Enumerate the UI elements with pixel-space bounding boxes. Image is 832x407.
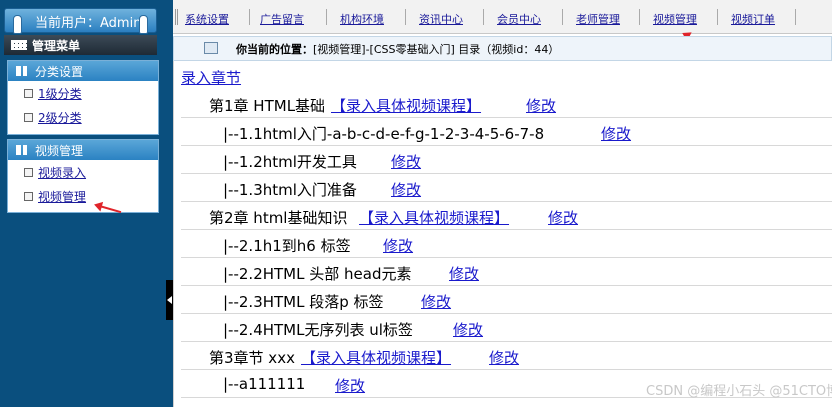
sidebar-item-video-entry[interactable]: 视频录入 [8,160,158,184]
edit-link[interactable]: 修改 [526,95,556,116]
category-settings-panel: 分类设置 1级分类 2级分类 [7,60,159,135]
lesson-title: |--2.2HTML 头部 head元素 [223,265,412,283]
lesson-row: |--2.4HTML无序列表 ul标签 修改 [181,314,832,342]
tab-system-settings[interactable]: 系统设置 [185,11,229,27]
tab-member-center[interactable]: 会员中心 [497,11,541,27]
current-user-label: 当前用户：Admin [35,16,142,31]
tab-org-environment[interactable]: 机构环境 [340,11,384,27]
top-navigation: 系统设置 广告留言 机构环境 资讯中心 会员中心 老师管理 视频管理 视频订单 [173,0,832,34]
breadcrumb-path: [视频管理]-[CSS零基础入门] 目录（视频id：44） [313,43,560,56]
tab-divider [795,9,796,25]
lesson-row: |--2.2HTML 头部 head元素 修改 [181,258,832,286]
chapter-title: 第2章 html基础知识 [209,209,348,227]
lesson-title: |--2.3HTML 段落p 标签 [223,293,384,311]
pin-icon [139,15,148,34]
lesson-row: |--1.2html开发工具 修改 [181,146,832,174]
add-chapter-link[interactable]: 录入章节 [181,67,241,88]
document-icon [24,192,33,201]
frame-splitter[interactable] [166,0,173,407]
grid-menu-icon [11,40,27,50]
edit-link[interactable]: 修改 [383,235,413,256]
tab-video-orders[interactable]: 视频订单 [731,11,775,27]
add-video-course-link[interactable]: 【录入具体视频课程】 [359,207,509,228]
sidebar-link[interactable]: 2级分类 [38,111,82,125]
tab-divider [405,9,406,25]
sidebar-item-level2-category[interactable]: 2级分类 [8,105,158,129]
chapter-row: 第2章 html基础知识 【录入具体视频课程】 修改 [181,202,832,230]
sidebar-item-level1-category[interactable]: 1级分类 [8,81,158,105]
tab-teacher-management[interactable]: 老师管理 [576,11,620,27]
tab-divider [717,9,718,25]
tab-divider [249,9,250,25]
edit-link[interactable]: 修改 [335,375,365,396]
lesson-title: |--2.1h1到h6 标签 [223,237,351,255]
panel-icon [16,145,27,155]
breadcrumb-prefix: 你当前的位置： [236,43,313,56]
document-icon [24,168,33,177]
tab-news-center[interactable]: 资讯中心 [419,11,463,27]
edit-link[interactable]: 修改 [601,123,631,144]
collapse-sidebar-button[interactable] [166,280,173,320]
document-icon [24,113,33,122]
lesson-title: |--1.1html入门-a-b-c-d-e-f-g-1-2-3-4-5-6-7… [223,125,545,143]
panel-icon [16,66,27,76]
tab-divider [639,9,640,25]
current-user-bar: 当前用户：Admin [4,8,157,34]
panel-title: 分类设置 [35,65,84,79]
tab-ads-messages[interactable]: 广告留言 [260,11,304,27]
chapter-title: 第3章节 xxx [209,349,295,367]
add-video-course-link[interactable]: 【录入具体视频课程】 [301,347,451,368]
pin-icon [13,15,22,34]
video-management-panel: 视频管理 视频录入 视频管理 [7,139,159,213]
add-video-course-link[interactable]: 【录入具体视频课程】 [331,95,481,116]
tab-divider [562,9,563,25]
breadcrumb: 你当前的位置：[视频管理]-[CSS零基础入门] 目录（视频id：44） [173,36,832,61]
panel-header[interactable]: 视频管理 [8,140,158,160]
edit-link[interactable]: 修改 [449,263,479,284]
edit-link[interactable]: 修改 [453,319,483,340]
chapter-list: 录入章节 第1章 HTML基础 【录入具体视频课程】 修改 |--1.1html… [173,61,832,407]
panel-title: 视频管理 [35,144,84,158]
lesson-row: |--1.3html入门准备 修改 [181,174,832,202]
sidebar-link[interactable]: 视频管理 [38,190,86,204]
lesson-row: |--2.3HTML 段落p 标签 修改 [181,286,832,314]
edit-link[interactable]: 修改 [421,291,451,312]
watermark: CSDN @编程小石头 @51CTO博客 [646,384,832,399]
sidebar-link[interactable]: 视频录入 [38,166,86,180]
lesson-title: |--a111111 [223,375,306,393]
lesson-title: |--2.4HTML无序列表 ul标签 [223,321,413,339]
nav-start-marker [175,9,178,25]
chapter-row: 第3章节 xxx 【录入具体视频课程】 修改 [181,342,832,370]
chapter-row: 第1章 HTML基础 【录入具体视频课程】 修改 [181,90,832,118]
menu-title: 管理菜单 [32,39,81,53]
panel-header[interactable]: 分类设置 [8,61,158,81]
tab-divider [483,9,484,25]
lesson-title: |--1.3html入门准备 [223,181,357,199]
tab-divider [326,9,327,25]
edit-link[interactable]: 修改 [489,347,519,368]
lesson-row: |--2.1h1到h6 标签 修改 [181,230,832,258]
edit-link[interactable]: 修改 [391,179,421,200]
sidebar-item-video-management[interactable]: 视频管理 [8,184,158,208]
tab-video-management[interactable]: 视频管理 [653,11,697,27]
chapter-title: 第1章 HTML基础 [209,97,326,115]
document-icon [24,89,33,98]
left-sidebar: 当前用户：Admin 管理菜单 分类设置 1级分类 2级分类 视频管理 视频录入 [0,0,166,407]
monitor-icon [204,42,218,54]
lesson-title: |--1.2html开发工具 [223,153,357,171]
lesson-row: |--1.1html入门-a-b-c-d-e-f-g-1-2-3-4-5-6-7… [181,118,832,146]
edit-link[interactable]: 修改 [391,151,421,172]
menu-title-bar: 管理菜单 [4,35,157,55]
sidebar-link[interactable]: 1级分类 [38,87,82,101]
edit-link[interactable]: 修改 [548,207,578,228]
